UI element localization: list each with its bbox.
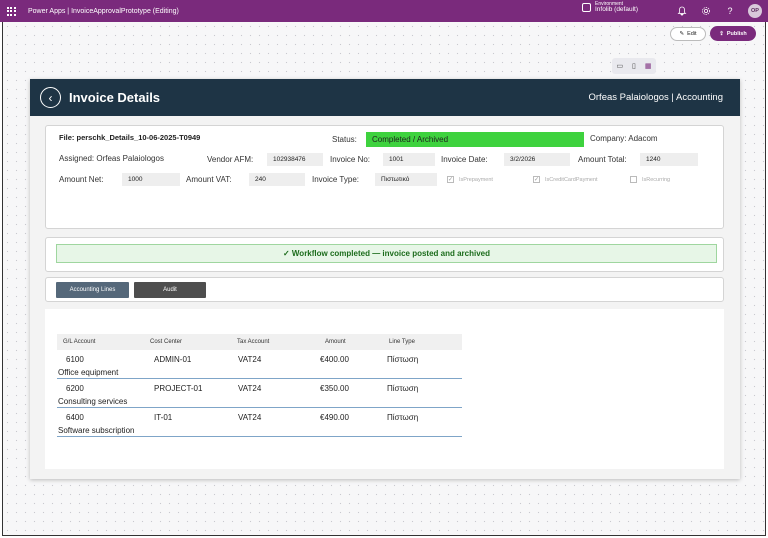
avatar[interactable]: OP xyxy=(748,4,762,18)
table-row[interactable]: 6200 PROJECT-01 VAT24 €350.00 Πίστωση Co… xyxy=(57,379,462,408)
table-row[interactable]: 6400 IT-01 VAT24 €490.00 Πίστωση Softwar… xyxy=(57,408,462,437)
tax-account: VAT24 xyxy=(238,413,262,422)
is-prepayment-checkbox[interactable]: ✓ IsPrepayment xyxy=(447,176,493,183)
assigned: Assigned: Orfeas Palaiologos xyxy=(59,154,164,163)
power-apps-top-bar: Power Apps | InvoiceApprovalPrototype (E… xyxy=(0,0,768,22)
is-credit-card-payment-checkbox[interactable]: ✓ IsCreditCardPayment xyxy=(533,176,598,183)
column-header: Tax Account xyxy=(237,339,270,345)
help-icon[interactable]: ? xyxy=(724,5,736,17)
tab-audit[interactable]: Audit xyxy=(134,282,206,298)
checkbox-unchecked-icon xyxy=(630,176,637,183)
vendor-afm-label: Vendor AFM: xyxy=(207,155,254,164)
checkbox-label: IsPrepayment xyxy=(459,176,493,183)
invoice-date-field[interactable]: 3/2/2026 xyxy=(504,153,570,166)
invoice-type-field[interactable]: Πιστωτικό xyxy=(375,173,437,186)
environment-value: Infolib (default) xyxy=(595,6,638,13)
amount-total-field[interactable]: 1240 xyxy=(640,153,698,166)
company: Company: Adacom xyxy=(590,134,658,143)
amount-net-label: Amount Net: xyxy=(59,175,104,184)
page-title: Invoice Details xyxy=(69,90,161,105)
gl-account: 6400 xyxy=(66,413,84,422)
amount: €490.00 xyxy=(320,413,349,422)
publish-label: Publish xyxy=(726,30,747,37)
accounting-lines-panel: G/L Account Cost Center Tax Account Amou… xyxy=(45,309,724,469)
amount-vat-field[interactable]: 240 xyxy=(249,173,305,186)
app-screen: ‹ Invoice Details Orfeas Palaiologos | A… xyxy=(30,79,740,479)
status-value: Completed / Archived xyxy=(366,132,584,147)
line-type: Πίστωση xyxy=(387,413,419,422)
screen-header: ‹ Invoice Details Orfeas Palaiologos | A… xyxy=(30,79,740,116)
environment-icon xyxy=(582,3,591,13)
pencil-icon: ✎ xyxy=(679,31,685,37)
edit-label: Edit xyxy=(687,31,697,37)
column-header: Amount xyxy=(325,339,346,345)
gear-icon[interactable] xyxy=(700,5,712,17)
checkbox-label: IsRecurring xyxy=(642,176,671,183)
workflow-card: ✓ Workflow completed — invoice posted an… xyxy=(45,237,724,272)
gl-account: 6100 xyxy=(66,355,84,364)
desktop-icon[interactable]: ▭ xyxy=(616,62,623,70)
cost-center: ADMIN-01 xyxy=(154,355,192,364)
calendar-icon[interactable]: ▦ xyxy=(645,62,652,70)
line-description: Consulting services xyxy=(58,397,128,406)
publish-button[interactable]: ⇪ Publish xyxy=(710,26,756,41)
cost-center: IT-01 xyxy=(154,413,173,422)
cost-center: PROJECT-01 xyxy=(154,384,203,393)
invoice-type-label: Invoice Type: xyxy=(312,175,359,184)
invoice-info-card: File: perschk_Details_10-06-2025-T0949 S… xyxy=(45,125,724,229)
column-header: Line Type xyxy=(389,339,415,345)
phone-icon[interactable]: ▯ xyxy=(632,62,636,70)
environment-picker[interactable]: Environment Infolib (default) xyxy=(582,2,638,14)
tab-accounting-lines[interactable]: Accounting Lines xyxy=(56,282,129,298)
invoice-date-label: Invoice Date: xyxy=(441,155,488,164)
amount: €400.00 xyxy=(320,355,349,364)
app-launcher-icon[interactable] xyxy=(0,0,22,22)
tax-account: VAT24 xyxy=(238,384,262,393)
line-type: Πίστωση xyxy=(387,384,419,393)
app-title: Power Apps | InvoiceApprovalPrototype (E… xyxy=(28,7,179,15)
table-row[interactable]: 6100 ADMIN-01 VAT24 €400.00 Πίστωση Offi… xyxy=(57,350,462,379)
bell-icon[interactable] xyxy=(676,5,688,17)
table-header: G/L Account Cost Center Tax Account Amou… xyxy=(57,334,462,350)
status-label: Status: xyxy=(332,135,357,144)
amount-net-field[interactable]: 1000 xyxy=(122,173,180,186)
line-description: Office equipment xyxy=(58,368,119,377)
line-description: Software subscription xyxy=(58,426,135,435)
publish-icon: ⇪ xyxy=(719,30,724,37)
tax-account: VAT24 xyxy=(238,355,262,364)
accounting-lines-table: G/L Account Cost Center Tax Account Amou… xyxy=(57,334,462,437)
invoice-no-label: Invoice No: xyxy=(330,155,371,164)
is-recurring-checkbox[interactable]: IsRecurring xyxy=(630,176,670,183)
line-type: Πίστωση xyxy=(387,355,419,364)
amount-vat-label: Amount VAT: xyxy=(186,175,232,184)
workflow-status-banner: ✓ Workflow completed — invoice posted an… xyxy=(56,244,717,263)
column-header: G/L Account xyxy=(63,339,96,345)
column-header: Cost Center xyxy=(150,339,183,345)
user-role: Orfeas Palaiologos | Accounting xyxy=(588,92,724,103)
back-arrow-icon[interactable]: ‹ xyxy=(40,87,61,108)
device-preview-bar: ▭ ▯ ▦ xyxy=(612,58,656,74)
invoice-no-field[interactable]: 1001 xyxy=(383,153,435,166)
gl-account: 6200 xyxy=(66,384,84,393)
file-name: File: perschk_Details_10-06-2025-T0949 xyxy=(59,133,201,142)
amount: €350.00 xyxy=(320,384,349,393)
tab-bar: Accounting Lines Audit xyxy=(45,277,724,302)
amount-total-label: Amount Total: xyxy=(578,155,627,164)
checkbox-label: IsCreditCardPayment xyxy=(545,176,598,183)
checkbox-checked-icon: ✓ xyxy=(533,176,540,183)
checkbox-checked-icon: ✓ xyxy=(447,176,454,183)
edit-button[interactable]: ✎ Edit xyxy=(670,27,706,41)
vendor-afm-field[interactable]: 102938476 xyxy=(267,153,323,166)
